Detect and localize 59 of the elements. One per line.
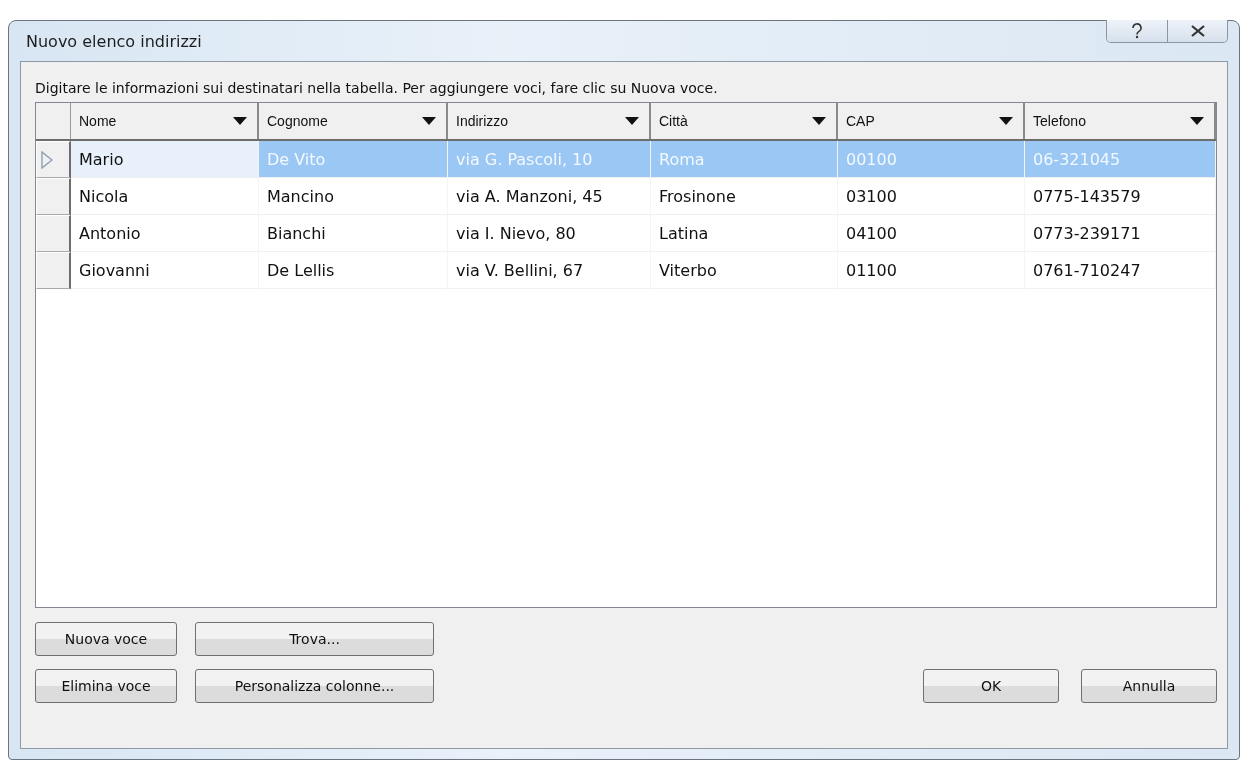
table-row[interactable]: Giovanni De Lellis via V. Bellini, 67 Viterbo 01100 0761-710247 <box>36 252 1216 289</box>
dialog-button[interactable]: Trova... <box>195 622 434 656</box>
table-cell[interactable]: 01100 <box>838 252 1025 289</box>
table-cell[interactable]: Antonio <box>71 215 259 252</box>
table-row[interactable]: Antonio Bianchi via I. Nievo, 80 Latina 04100 0773-239171 <box>36 215 1216 252</box>
table-cell[interactable]: Bianchi <box>259 215 448 252</box>
table-cell[interactable]: via I. Nievo, 80 <box>448 215 651 252</box>
table-cell[interactable]: Giovanni <box>71 252 259 289</box>
ok-button[interactable]: OK <box>923 669 1059 703</box>
column-title: Nome <box>79 113 117 129</box>
table-row[interactable]: Mario De Vito via G. Pascoli, 10 Roma 00100 06-321045 <box>36 141 1216 178</box>
table-cell[interactable]: 0775-143579 <box>1025 178 1216 215</box>
table-cell[interactable]: via V. Bellini, 67 <box>448 252 651 289</box>
row-header[interactable] <box>36 252 71 289</box>
column-title: Città <box>659 113 688 129</box>
table-cell[interactable]: 03100 <box>838 178 1025 215</box>
column-header[interactable]: Città <box>651 103 838 139</box>
dialog-button[interactable]: Personalizza colonne... <box>195 669 434 703</box>
column-header[interactable]: CAP <box>838 103 1025 139</box>
dropdown-arrow-icon[interactable] <box>1190 117 1204 125</box>
table-cell[interactable]: Latina <box>651 215 838 252</box>
row-header[interactable] <box>36 141 71 178</box>
instruction-text: Digitare le informazioni sui destinatari nella tabella. Per aggiungere voci, fare clic su Nuova voce. <box>35 80 719 96</box>
dropdown-arrow-icon[interactable] <box>999 117 1013 125</box>
table-cell[interactable]: Viterbo <box>651 252 838 289</box>
table-cell[interactable]: Mancino <box>259 178 448 215</box>
dialog-button[interactable]: Elimina voce <box>35 669 177 703</box>
column-title: Cognome <box>267 113 328 129</box>
current-row-icon <box>41 150 53 169</box>
column-header[interactable]: Cognome <box>259 103 448 139</box>
dropdown-arrow-icon[interactable] <box>422 117 436 125</box>
table-cell[interactable]: 0773-239171 <box>1025 215 1216 252</box>
dropdown-arrow-icon[interactable] <box>233 117 247 125</box>
close-icon <box>1189 25 1206 37</box>
table-cell[interactable]: Nicola <box>71 178 259 215</box>
table-cell[interactable]: Frosinone <box>651 178 838 215</box>
dialog-button[interactable]: Nuova voce <box>35 622 177 656</box>
column-header[interactable]: Indirizzo <box>448 103 651 139</box>
column-title: CAP <box>846 113 875 129</box>
column-title: Telefono <box>1033 113 1086 129</box>
help-button[interactable] <box>1107 20 1167 42</box>
table-cell[interactable]: 04100 <box>838 215 1025 252</box>
help-icon <box>1131 23 1143 39</box>
table-cell[interactable]: via A. Manzoni, 45 <box>448 178 651 215</box>
window-title: Nuovo elenco indirizzi <box>26 31 202 51</box>
table-cell[interactable]: 0761-710247 <box>1025 252 1216 289</box>
column-title: Indirizzo <box>456 113 509 129</box>
column-header[interactable]: Telefono <box>1025 103 1216 139</box>
close-button[interactable] <box>1167 20 1227 42</box>
row-header[interactable] <box>36 215 71 252</box>
column-header[interactable]: Nome <box>71 103 259 139</box>
corner-header <box>36 103 71 139</box>
table-cell[interactable]: Mario <box>71 141 259 178</box>
dropdown-arrow-icon[interactable] <box>625 117 639 125</box>
table-row[interactable]: Nicola Mancino via A. Manzoni, 45 Frosinone 03100 0775-143579 <box>36 178 1216 215</box>
dropdown-arrow-icon[interactable] <box>812 117 826 125</box>
row-header[interactable] <box>36 178 71 215</box>
cancel-button[interactable]: Annulla <box>1081 669 1217 703</box>
table-cell[interactable]: De Lellis <box>259 252 448 289</box>
